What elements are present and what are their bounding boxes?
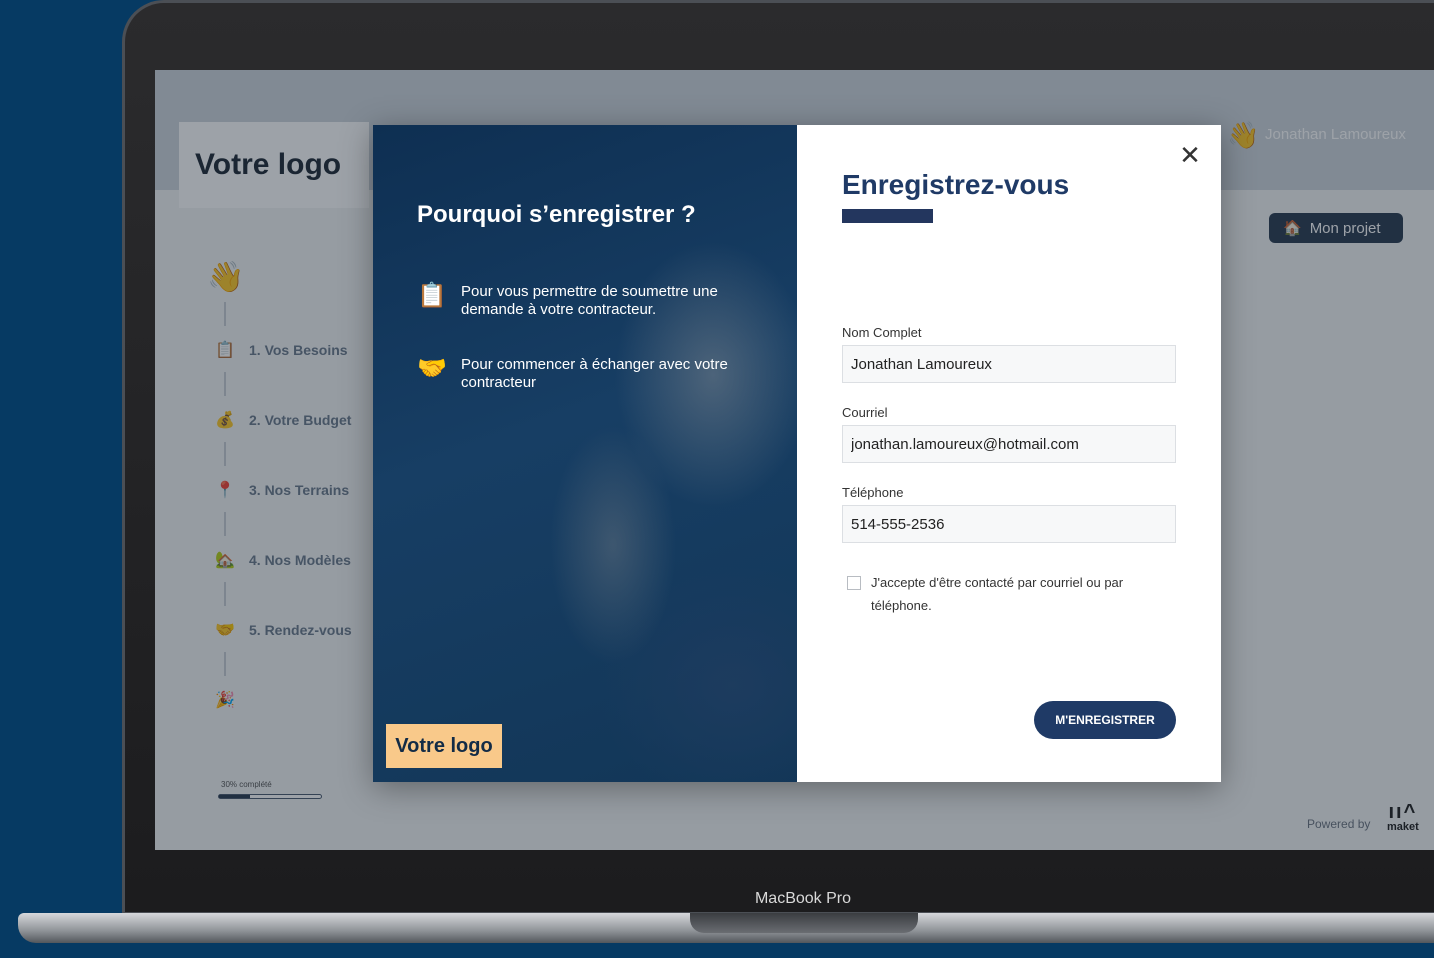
registration-form: ✕ Enregistrez-vous Nom Complet Courriel … bbox=[797, 125, 1221, 782]
consent-checkbox[interactable] bbox=[847, 576, 861, 590]
device-brand-label: MacBook Pro bbox=[754, 890, 852, 907]
laptop-notch bbox=[690, 913, 918, 933]
phone-field[interactable] bbox=[842, 505, 1176, 543]
handshake-icon: 🤝 bbox=[417, 355, 447, 382]
title-underline bbox=[842, 209, 933, 223]
close-icon[interactable]: ✕ bbox=[1176, 141, 1204, 169]
register-button[interactable]: M'ENREGISTRER bbox=[1034, 701, 1176, 739]
clipboard-icon: 📋 bbox=[417, 282, 447, 309]
laptop-screen: Votre logo 👋 Jonathan Lamoureux 🏠 Mon pr… bbox=[155, 70, 1434, 850]
registration-modal: Pourquoi s’enregistrer ? 📋 Pour vous per… bbox=[373, 125, 1221, 782]
reason-text: Pour commencer à échanger avec votre con… bbox=[461, 356, 728, 391]
reason-item: 📋 Pour vous permettre de soumettre une d… bbox=[417, 283, 737, 319]
modal-info-panel: Pourquoi s’enregistrer ? 📋 Pour vous per… bbox=[373, 125, 797, 782]
reason-item: 🤝 Pour commencer à échanger avec votre c… bbox=[417, 356, 737, 392]
info-heading: Pourquoi s’enregistrer ? bbox=[417, 201, 696, 228]
email-label: Courriel bbox=[842, 405, 888, 420]
consent-text: J'accepte d'être contacté par courriel o… bbox=[871, 575, 1124, 613]
form-title: Enregistrez-vous bbox=[842, 169, 1070, 200]
name-label: Nom Complet bbox=[842, 325, 922, 340]
full-name-input[interactable] bbox=[842, 345, 1176, 383]
reason-text: Pour vous permettre de soumettre une dem… bbox=[461, 283, 718, 318]
modal-logo-badge: Votre logo bbox=[386, 724, 502, 768]
consent-row: J'accepte d'être contacté par courriel o… bbox=[847, 574, 1147, 617]
email-field[interactable] bbox=[842, 425, 1176, 463]
phone-label: Téléphone bbox=[842, 485, 904, 500]
